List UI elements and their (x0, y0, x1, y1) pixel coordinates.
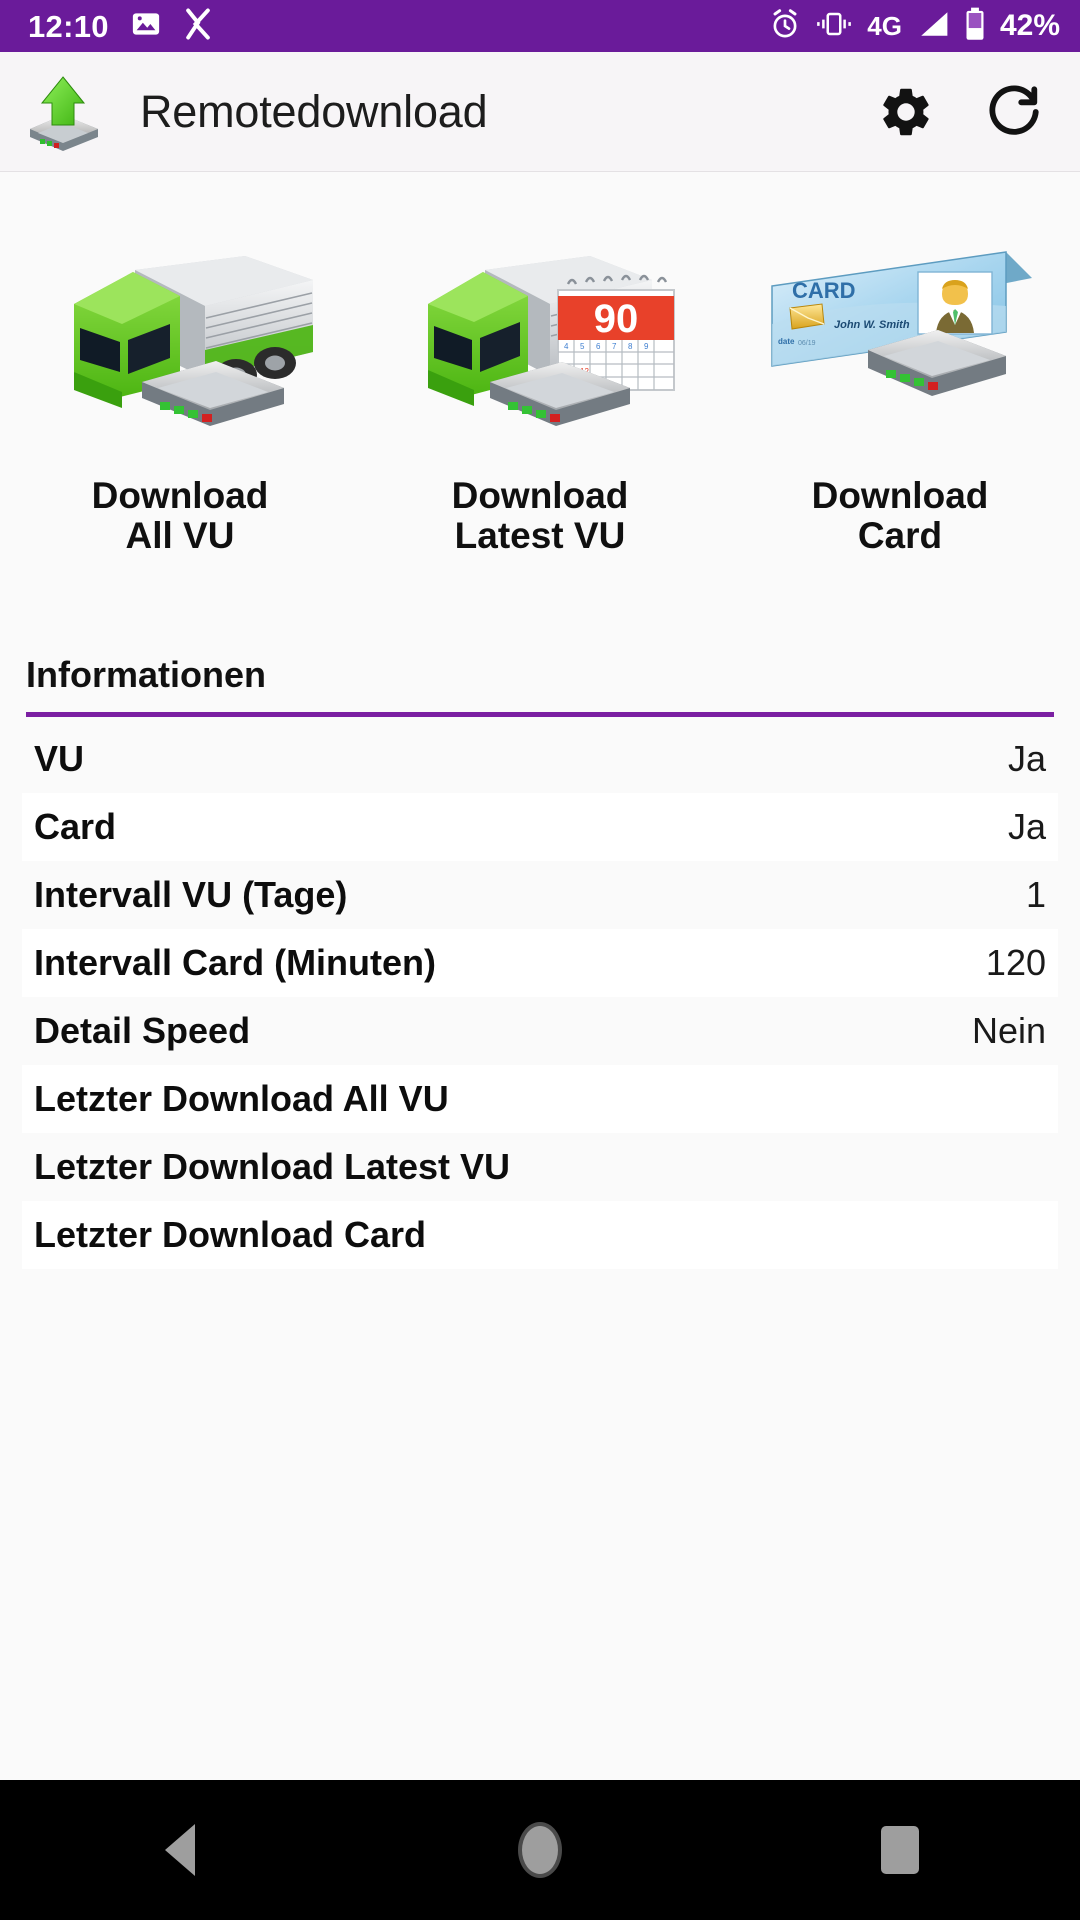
download-latest-vu-button[interactable]: 90 456 789 1112 (360, 232, 720, 556)
app-bar-actions (874, 80, 1046, 144)
truck-calendar-device-icon: 90 456 789 1112 (390, 232, 690, 442)
table-row[interactable]: Letzter Download Card (22, 1200, 1058, 1269)
table-row[interactable]: Intervall Card (Minuten) 120 (22, 928, 1058, 997)
status-bar-clock: 12:10 (28, 8, 109, 44)
svg-text:5: 5 (580, 342, 585, 351)
android-navigation-bar (0, 1780, 1080, 1920)
row-key: VU (34, 737, 85, 779)
svg-text:4: 4 (564, 342, 569, 351)
status-bar-left: 12:10 (28, 7, 213, 45)
svg-text:8: 8 (628, 342, 633, 351)
signal-icon (916, 9, 950, 44)
vibrate-icon (815, 9, 853, 44)
row-key: Letzter Download Latest VU (34, 1145, 511, 1187)
home-circle-icon (518, 1822, 562, 1878)
table-row[interactable]: VU Ja (22, 724, 1058, 793)
table-row[interactable]: Card Ja (22, 792, 1058, 861)
driver-card-device-icon: CARD John W. Smith date 06/19 (750, 232, 1050, 442)
alarm-icon (769, 8, 801, 45)
back-triangle-icon (165, 1824, 195, 1876)
download-all-vu-label: Download All VU (91, 475, 269, 556)
row-value: Nein (971, 1009, 1046, 1051)
svg-text:6: 6 (596, 342, 601, 351)
download-card-button[interactable]: CARD John W. Smith date 06/19 Download C… (720, 232, 1080, 556)
home-nav-button[interactable] (465, 1800, 615, 1900)
row-key: Intervall Card (Minuten) (34, 941, 437, 983)
image-icon (131, 9, 161, 44)
download-card-label: Download Card (811, 475, 989, 556)
app-bar: Remotedownload (0, 52, 1080, 172)
card-holder-name: John W. Smith (834, 319, 910, 331)
svg-text:date: date (778, 337, 795, 346)
back-nav-button[interactable] (105, 1800, 255, 1900)
status-bar: 12:10 4G 42% (0, 0, 1080, 52)
row-value: Ja (1007, 805, 1046, 847)
svg-text:06/19: 06/19 (798, 340, 816, 347)
informationen-section-header: Informationen (0, 654, 1080, 717)
battery-percent-label: 42% (999, 9, 1060, 42)
page-title: Remotedownload (140, 85, 488, 137)
row-key: Intervall VU (Tage) (34, 873, 348, 915)
calendar-number: 90 (594, 297, 639, 341)
section-divider (26, 711, 1054, 717)
svg-text:9: 9 (644, 342, 649, 351)
row-value: 120 (985, 941, 1046, 983)
table-row[interactable]: Detail Speed Nein (22, 996, 1058, 1065)
row-key: Card (34, 805, 117, 847)
download-latest-vu-label: Download Latest VU (451, 475, 629, 556)
row-key: Letzter Download All VU (34, 1077, 449, 1119)
remotedownload-app-icon (22, 71, 104, 153)
truck-device-icon (30, 232, 330, 442)
row-value: Ja (1007, 737, 1046, 779)
section-title: Informationen (26, 653, 266, 695)
svg-text:7: 7 (612, 342, 617, 351)
information-list: VU Ja Card Ja Intervall VU (Tage) 1 Inte… (0, 724, 1080, 1269)
phone-screen: 12:10 4G 42% Remotedownload Download All… (0, 0, 1080, 1920)
row-key: Detail Speed (34, 1009, 251, 1051)
recents-nav-button[interactable] (825, 1800, 975, 1900)
table-row[interactable]: Letzter Download All VU (22, 1064, 1058, 1133)
recents-square-icon (881, 1826, 919, 1874)
settings-icon[interactable] (874, 80, 938, 144)
table-row[interactable]: Letzter Download Latest VU (22, 1132, 1058, 1201)
table-row[interactable]: Intervall VU (Tage) 1 (22, 860, 1058, 929)
row-key: Letzter Download Card (34, 1213, 427, 1255)
battery-icon (964, 7, 986, 46)
main-content: Download All VU 90 4 5 6 7 8 9 Download … (0, 172, 1080, 1780)
row-value: 1 (1025, 873, 1046, 915)
download-actions: Download All VU 90 4 5 6 7 8 9 Download … (0, 172, 1080, 556)
refresh-icon[interactable] (982, 80, 1046, 144)
status-bar-right: 4G 42% (769, 7, 1060, 46)
card-title: CARD (792, 278, 856, 303)
x-icon (183, 7, 213, 45)
network-type-label: 4G (867, 11, 902, 41)
download-all-vu-button[interactable]: Download All VU (0, 232, 360, 556)
